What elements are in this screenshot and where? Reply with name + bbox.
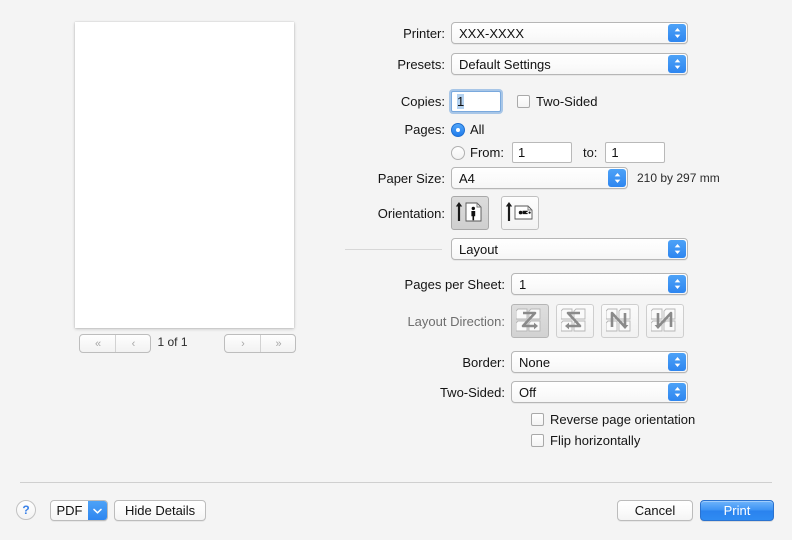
chevron-updown-icon <box>668 55 686 73</box>
print-settings-pane: Printer: XXX-XXXX Presets: Default Setti… <box>345 0 792 482</box>
preview-navigation: « ‹ 1 of 1 › » <box>0 334 345 358</box>
checkbox-box-icon <box>531 434 544 447</box>
radio-dot-icon <box>451 145 465 160</box>
cancel-button[interactable]: Cancel <box>617 500 693 521</box>
layout-across-then-down-z-icon <box>515 307 544 336</box>
chevron-updown-icon <box>668 353 686 371</box>
printer-row: Printer: XXX-XXXX <box>345 22 792 44</box>
chevron-updown-icon <box>668 275 686 293</box>
pages-to-input[interactable]: 1 <box>605 142 666 163</box>
pages-per-sheet-row: Pages per Sheet: 1 <box>345 273 792 295</box>
pane-popup-row: Layout <box>345 238 792 260</box>
chevron-updown-icon <box>668 24 686 42</box>
printer-select-value: XXX-XXXX <box>459 25 525 41</box>
pages-all-radio[interactable]: All <box>451 122 484 137</box>
chevron-updown-icon <box>608 169 626 187</box>
layout-direction-reverse-z-button[interactable] <box>556 304 594 338</box>
flip-horizontally-label: Flip horizontally <box>550 433 641 448</box>
pdf-menu-label: PDF <box>56 503 83 518</box>
pages-to-value: 1 <box>611 145 619 160</box>
paper-dimensions-label: 210 by 297 mm <box>637 171 720 185</box>
preview-forward-buttons[interactable]: › » <box>224 334 296 353</box>
presets-select[interactable]: Default Settings <box>451 53 688 75</box>
help-button[interactable]: ? <box>16 500 36 520</box>
copies-input[interactable]: 1 <box>451 91 501 112</box>
reverse-page-orientation-checkbox[interactable]: Reverse page orientation <box>531 412 695 427</box>
orientation-portrait-button[interactable] <box>451 196 489 230</box>
two-sided-label: Two-Sided: <box>439 384 505 400</box>
copies-label: Copies: <box>400 94 445 109</box>
layout-direction-row: Layout Direction: <box>345 304 792 338</box>
paper-size-select-value: A4 <box>459 170 475 186</box>
pages-from-value: 1 <box>517 145 526 160</box>
flip-horizontally-checkbox[interactable]: Flip horizontally <box>531 433 640 448</box>
print-pane-select-value: Layout <box>459 241 499 257</box>
next-page-button[interactable]: › <box>225 335 260 352</box>
two-sided-checkbox[interactable]: Two-Sided <box>517 94 597 109</box>
presets-row: Presets: Default Settings <box>345 53 792 75</box>
border-select-value: None <box>519 354 551 370</box>
chevron-updown-icon <box>668 240 686 258</box>
border-select[interactable]: None <box>511 351 688 373</box>
pages-all-label: All <box>470 122 485 137</box>
printer-label: Printer: <box>403 25 445 41</box>
pages-from-input[interactable]: 1 <box>511 142 572 163</box>
pages-from-label: From: <box>470 145 504 160</box>
copies-input-value: 1 <box>457 94 465 109</box>
orientation-label: Orientation: <box>377 205 445 221</box>
layout-direction-n-button[interactable] <box>601 304 639 338</box>
reverse-page-orientation-row: Reverse page orientation <box>345 412 792 427</box>
layout-direction-z-button[interactable] <box>511 304 549 338</box>
last-page-button[interactable]: » <box>260 335 295 352</box>
print-preview-pane: « ‹ 1 of 1 › » <box>0 0 345 482</box>
flip-horizontally-row: Flip horizontally <box>345 433 792 448</box>
layout-direction-reverse-n-button[interactable] <box>646 304 684 338</box>
paper-size-label: Paper Size: <box>377 170 445 186</box>
footer-separator-line <box>20 482 772 483</box>
radio-dot-icon <box>451 122 465 137</box>
landscape-orientation-icon <box>505 200 535 227</box>
border-label: Border: <box>462 354 505 370</box>
pages-to-label: to: <box>582 145 598 160</box>
pages-per-sheet-select[interactable]: 1 <box>511 273 688 295</box>
checkbox-box-icon <box>531 413 544 426</box>
hide-details-button[interactable]: Hide Details <box>114 500 207 521</box>
pages-range-radio[interactable]: From: <box>451 145 504 160</box>
two-sided-row: Two-Sided: Off <box>345 381 792 403</box>
paper-size-select[interactable]: A4 <box>451 167 628 189</box>
chevron-down-icon <box>88 501 107 520</box>
printer-select[interactable]: XXX-XXXX <box>451 22 688 44</box>
presets-select-value: Default Settings <box>459 56 551 72</box>
print-button[interactable]: Print <box>700 500 774 521</box>
layout-down-then-across-n-icon <box>605 307 634 336</box>
pages-per-sheet-label: Pages per Sheet: <box>404 276 505 292</box>
paper-size-row: Paper Size: A4 210 by 297 mm <box>345 167 792 189</box>
copies-row: Copies: 1 Two-Sided <box>345 91 792 112</box>
preview-page-thumbnail <box>75 22 294 328</box>
pages-row-range: From: 1 to: 1 <box>345 142 792 163</box>
orientation-landscape-button[interactable] <box>501 196 539 230</box>
two-sided-select[interactable]: Off <box>511 381 688 403</box>
pages-row-all: Pages: All <box>345 122 792 137</box>
pdf-menu-button[interactable]: PDF <box>50 500 108 521</box>
pages-per-sheet-select-value: 1 <box>519 276 527 292</box>
layout-direction-label: Layout Direction: <box>407 313 505 329</box>
border-row: Border: None <box>345 351 792 373</box>
layout-down-then-across-reverse-n-icon <box>650 307 679 336</box>
presets-label: Presets: <box>397 56 445 72</box>
layout-across-then-down-reverse-z-icon <box>560 307 589 336</box>
reverse-page-orientation-label: Reverse page orientation <box>550 412 696 427</box>
two-sided-select-value: Off <box>519 384 537 400</box>
orientation-row: Orientation: <box>345 196 792 230</box>
checkbox-box-icon <box>517 95 530 108</box>
print-pane-select[interactable]: Layout <box>451 238 688 260</box>
portrait-orientation-icon <box>455 200 485 227</box>
chevron-updown-icon <box>668 383 686 401</box>
two-sided-checkbox-label: Two-Sided <box>536 94 598 109</box>
pages-label: Pages: <box>404 122 445 137</box>
